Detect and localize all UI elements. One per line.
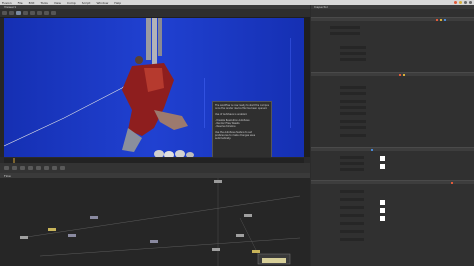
step-back-button[interactable]	[12, 166, 17, 170]
inspector-field[interactable]	[340, 156, 364, 159]
color-swatch[interactable]	[380, 164, 385, 169]
info-dialog: The workflow is now ready to start the c…	[212, 101, 272, 165]
channel-button[interactable]	[16, 11, 21, 15]
inspector-field[interactable]	[340, 106, 366, 109]
tool-header-1[interactable]	[311, 17, 474, 21]
inspector-title: Inspector	[311, 5, 474, 9]
lut-button[interactable]	[23, 11, 28, 15]
inspector-field[interactable]	[340, 190, 364, 193]
menu-item-help[interactable]: Help	[114, 1, 121, 5]
dialog-text-line: automatically.	[215, 137, 232, 140]
color-swatch[interactable]	[380, 200, 385, 205]
viewer-toolbar	[0, 9, 310, 17]
inspector-field[interactable]	[340, 230, 364, 233]
stereo-button[interactable]	[44, 11, 49, 15]
inspector-field[interactable]	[340, 222, 364, 225]
inspector-field[interactable]	[340, 126, 366, 129]
inspector-panel	[311, 5, 474, 266]
loop-button[interactable]	[60, 166, 65, 170]
inspector-field[interactable]	[340, 52, 366, 55]
flow-view[interactable]	[0, 178, 310, 266]
inspector-field[interactable]	[340, 214, 364, 217]
color-swatch[interactable]	[380, 156, 385, 161]
fit-button[interactable]	[9, 11, 14, 15]
inspector-field[interactable]	[340, 206, 364, 209]
guides-button[interactable]	[37, 11, 42, 15]
status-icon	[469, 1, 472, 4]
color-swatch[interactable]	[380, 216, 385, 221]
play-reverse-button[interactable]	[20, 166, 25, 170]
menu-item-comp[interactable]: Comp	[67, 1, 76, 5]
inspector-field[interactable]	[340, 134, 366, 137]
inspector-field[interactable]	[340, 86, 366, 89]
inspector-field[interactable]	[340, 120, 366, 123]
inspector-field[interactable]	[330, 32, 360, 35]
color-swatch[interactable]	[380, 208, 385, 213]
inspector-field[interactable]	[340, 58, 366, 61]
menu-item-fusion[interactable]: Fusion	[2, 1, 12, 5]
roi-button[interactable]	[30, 11, 35, 15]
menu-item-view[interactable]: View	[54, 1, 61, 5]
status-icon	[464, 1, 467, 4]
status-icon	[459, 1, 462, 4]
menu-item-file[interactable]: File	[18, 1, 23, 5]
tool-header-3[interactable]	[311, 147, 474, 151]
go-start-button[interactable]	[4, 166, 9, 170]
flow-tab[interactable]: Flow	[4, 174, 11, 178]
snapshot-button[interactable]	[51, 11, 56, 15]
menu-item-edit[interactable]: Edit	[29, 1, 35, 5]
step-forward-button[interactable]	[44, 166, 49, 170]
status-icon	[454, 1, 457, 4]
transport-controls	[0, 163, 310, 173]
menu-item-window[interactable]: Window	[96, 1, 108, 5]
inspector-field[interactable]	[340, 238, 364, 241]
inspector-field[interactable]	[330, 26, 360, 29]
inspector-field[interactable]	[340, 100, 366, 103]
stop-button[interactable]	[28, 166, 33, 170]
inspector-field[interactable]	[340, 112, 366, 115]
dialog-body: The workflow is now ready to start the c…	[215, 104, 269, 140]
go-end-button[interactable]	[52, 166, 57, 170]
dialog-text-line: once the render device file has been ope…	[215, 107, 268, 110]
inspector-field[interactable]	[340, 162, 364, 165]
play-button[interactable]	[36, 166, 41, 170]
inspector-field[interactable]	[340, 168, 364, 171]
menu-item-tools[interactable]: Tools	[40, 1, 47, 5]
tool-header-4[interactable]	[311, 180, 474, 184]
inspector-field[interactable]	[340, 46, 366, 49]
inspector-field[interactable]	[340, 198, 364, 201]
inspector-field[interactable]	[340, 92, 366, 95]
menubar-status-icons	[454, 1, 474, 4]
menu-item-script[interactable]: Script	[82, 1, 91, 5]
tool-header-2[interactable]	[311, 72, 474, 76]
zoom-button[interactable]	[2, 11, 7, 15]
